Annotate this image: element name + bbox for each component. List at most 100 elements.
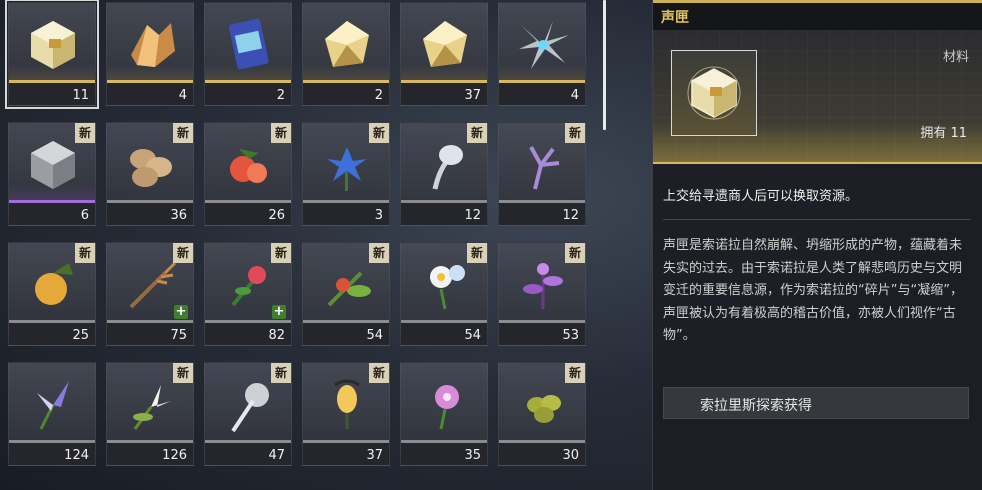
item-description: 声匣是索诺拉自然崩解、坍缩形成的产物，蕴藏着未失实的过去。由于索诺拉是人类了解悲… [663,238,963,343]
new-badge: 新 [565,123,585,143]
gold-crystal-icon [325,21,369,67]
new-badge: 新 [369,363,389,383]
blue-flower-icon [327,147,367,191]
item-count: 12 [562,208,579,223]
new-badge: 新 [467,243,487,263]
new-badge: 新 [271,363,291,383]
item-count: 11 [72,88,89,103]
item-count: 6 [80,208,89,223]
item-count: 4 [570,88,579,103]
nuts-icon [130,149,172,187]
item-slot[interactable]: 124 [8,362,96,466]
item-slot[interactable]: 54 新 [400,242,488,346]
purple-herb-icon [523,263,563,309]
crystal-spiral-icon [519,21,569,69]
item-slot[interactable]: 36 新 [106,122,194,226]
item-slot[interactable]: 47 新 [204,362,292,466]
item-count: 12 [464,208,481,223]
item-count: 75 [170,328,187,343]
item-thumbnail [671,50,757,136]
inventory-grid: 11 4 2 2 37 4 6 新 36 新 26 新 3 新 12 新 12 新 25 新 75 新 +82 新 +54 新 54… [0,0,600,490]
item-slot[interactable]: 25 新 [8,242,96,346]
item-slot[interactable]: 2 [204,2,292,106]
item-count: 82 [268,328,285,343]
item-hero: 材料 拥有 11 [653,30,982,164]
green-berries-icon [527,395,561,423]
item-slot[interactable]: 2 [302,2,390,106]
item-count: 3 [374,208,383,223]
pink-flower-icon [435,385,459,430]
item-slot[interactable]: 3新 [302,122,390,226]
white-dandelion-icon [231,383,269,433]
item-slot[interactable]: 6新 [8,122,96,226]
new-badge: 新 [173,123,193,143]
item-count: 37 [366,448,383,463]
item-slot[interactable]: 82 新 + [204,242,292,346]
new-badge: 新 [467,123,487,143]
new-badge: 新 [271,123,291,143]
item-slot[interactable]: 4 [498,2,586,106]
item-count: 124 [64,448,89,463]
stone-cube-icon [31,141,75,189]
item-slot[interactable]: 37 新 [302,362,390,466]
item-count: 4 [178,88,187,103]
owned-count: 拥有 11 [920,126,967,141]
item-slot[interactable]: 37 [400,2,488,106]
new-badge: 新 [173,363,193,383]
detail-title-bar: 声匣 [653,0,982,31]
red-lily-icon [231,266,266,307]
new-badge: 新 [565,243,585,263]
item-count: 54 [464,328,481,343]
rose-hip-leaf-icon [327,271,371,307]
item-detail-panel: 声匣 材料 拥有 11 上交给寻遗商人后可以换取资源。 声匣是索诺拉自然崩解、坍… [652,0,982,490]
item-count: 30 [562,448,579,463]
violet-iris-icon [37,381,69,430]
item-count: 126 [162,448,187,463]
item-type: 材料 [942,50,969,65]
item-slot[interactable]: 54 新 [302,242,390,346]
item-summary: 上交给寻遗商人后可以换取资源。 [663,189,859,204]
wheat-stalk-icon [129,261,177,309]
item-slot[interactable]: 12 新 [498,122,586,226]
gold-cube-icon [687,66,741,120]
item-count: 25 [72,328,89,343]
item-slot[interactable]: 35 [400,362,488,466]
item-slot[interactable]: 26 新 [204,122,292,226]
source-button-label: 索拉里斯探索获得 [700,398,812,414]
item-count: 36 [170,208,187,223]
white-daisy-icon [430,265,465,310]
new-badge: 新 [75,123,95,143]
item-name: 声匣 [661,10,689,26]
item-count: 35 [464,448,481,463]
red-berries-icon [230,149,267,183]
item-count: 53 [562,328,579,343]
item-slot[interactable]: 53 新 [498,242,586,346]
new-badge: 新 [271,243,291,263]
amber-crystal-cluster-icon [131,23,175,67]
divider [663,219,971,220]
item-slot[interactable]: 126 新 [106,362,194,466]
item-slot[interactable]: 11 [5,0,99,109]
item-slot[interactable]: 75 新 + [106,242,194,346]
white-lily-icon [133,385,171,430]
new-badge: 新 [173,243,193,263]
new-badge: 新 [369,243,389,263]
item-count: 47 [268,448,285,463]
item-slot[interactable]: 12 新 [400,122,488,226]
scrollbar[interactable] [603,0,606,130]
new-badge: 新 [565,363,585,383]
gold-crystal-icon [423,21,467,67]
golden-fruit-icon [35,263,73,305]
glowing-bud-icon [334,379,360,429]
item-slot[interactable]: 30 新 [498,362,586,466]
new-badge: 新 [369,123,389,143]
item-count: 2 [374,88,383,103]
blue-card-pack-icon [228,18,269,70]
item-count: 54 [366,328,383,343]
item-count: 26 [268,208,285,223]
item-slot[interactable]: 4 [106,2,194,106]
plus-icon: + [272,304,286,319]
source-button[interactable]: 索拉里斯探索获得 [663,387,969,419]
gold-cube-icon [31,21,75,69]
purple-coral-icon [529,146,560,190]
